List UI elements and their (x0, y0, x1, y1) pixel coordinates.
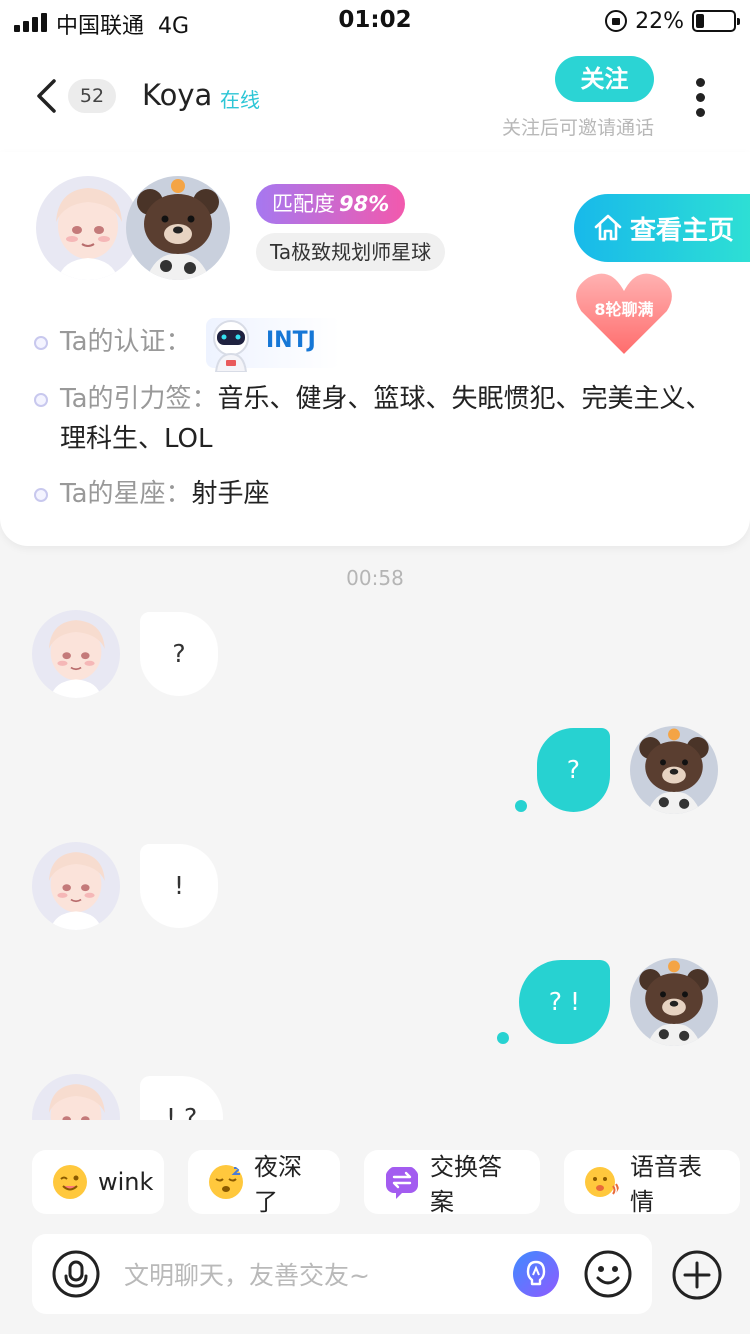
microphone-icon[interactable] (52, 1250, 100, 1298)
view-homepage-label: 查看主页 (630, 215, 735, 246)
follow-hint: 关注后可邀请通话 (501, 117, 654, 139)
incoming-message[interactable]: ? (140, 612, 218, 696)
back-arrow-icon[interactable] (34, 78, 58, 114)
quick-reply-voice-emoji[interactable]: 语音表情 (564, 1150, 740, 1216)
battery-percent: 22% (635, 8, 684, 34)
quick-reply-wink[interactable]: wink (32, 1150, 164, 1214)
ai-assistant-icon[interactable] (512, 1250, 560, 1298)
status-right: 22% (605, 7, 740, 35)
cert-label: Ta的认证： (60, 327, 192, 357)
follow-button[interactable]: 关注 (555, 56, 654, 102)
message-input[interactable]: 文明聊天，友善交友~ (124, 1256, 370, 1292)
star-sign-value: 射手座 (191, 479, 270, 509)
wink-emoji-icon (53, 1165, 87, 1199)
my-avatar[interactable] (126, 176, 230, 280)
my-avatar[interactable] (630, 958, 718, 1046)
emoji-icon[interactable] (584, 1250, 632, 1298)
chat-header: 52 Koya 在线 关注 关注后可邀请通话 (0, 42, 750, 152)
more-options-icon[interactable] (694, 78, 706, 118)
tags-row: Ta的引力签：音乐、健身、篮球、失眠惯犯、完美主义、理科生、LOL (34, 379, 734, 459)
contact-avatar[interactable] (32, 842, 120, 930)
quick-reply-label: 语音表情 (630, 1153, 702, 1216)
quick-reply-swap-answers[interactable]: 交换答案 (364, 1150, 540, 1216)
match-score-badge: 匹配度 98% (256, 184, 406, 224)
home-icon (594, 214, 622, 241)
tags-label: Ta的引力签： (60, 384, 218, 414)
read-indicator-dot (515, 800, 527, 812)
astronaut-icon (213, 320, 249, 372)
quick-reply-late-night[interactable]: 夜深了 (188, 1150, 340, 1216)
contact-avatar[interactable] (36, 176, 140, 280)
online-status: 在线 (220, 88, 260, 112)
view-homepage-button[interactable]: 查看主页 (574, 194, 750, 262)
incoming-message[interactable]: ! (140, 844, 218, 928)
planet-tag[interactable]: Ta极致规划师星球 (256, 233, 446, 271)
message-timestamp: 00:58 (346, 566, 404, 590)
star-sign-label: Ta的星座： (60, 479, 192, 509)
cert-row: Ta的认证： (34, 322, 192, 362)
contact-name: Koya (142, 78, 213, 112)
outgoing-message[interactable]: ? ! (518, 960, 610, 1044)
quick-reply-label: wink (98, 1168, 154, 1196)
my-avatar[interactable] (630, 726, 718, 814)
quick-reply-label: 交换答案 (430, 1153, 502, 1216)
plus-icon[interactable] (672, 1250, 722, 1300)
profile-card: 匹配度 98% Ta极致规划师星球 查看主页 8轮聊满 INTJ Ta的认证： T… (0, 152, 750, 546)
quick-reply-label: 夜深了 (254, 1153, 302, 1216)
battery-icon (692, 10, 740, 32)
cert-value: INTJ (266, 328, 316, 353)
chat-rounds-badge: 8轮聊满 (594, 300, 654, 319)
outgoing-message[interactable]: ? (536, 728, 610, 812)
read-indicator-dot (497, 1032, 509, 1044)
rotation-lock-icon (605, 10, 628, 32)
message-input-bar[interactable]: 文明聊天，友善交友~ (32, 1234, 652, 1314)
status-bar: 中国联通 4G 01:02 22% (0, 0, 750, 42)
unread-count-badge[interactable]: 52 (68, 79, 116, 113)
contact-avatar[interactable] (32, 610, 120, 698)
swap-icon (386, 1167, 418, 1199)
sleepy-emoji-icon (209, 1165, 243, 1199)
bottom-bar: wink 夜深了 交换答案 语音表情 文明聊天，友善交友~ (0, 1120, 750, 1334)
star-sign-row: Ta的星座：射手座 (34, 474, 270, 514)
voice-emoji-icon (585, 1167, 619, 1197)
